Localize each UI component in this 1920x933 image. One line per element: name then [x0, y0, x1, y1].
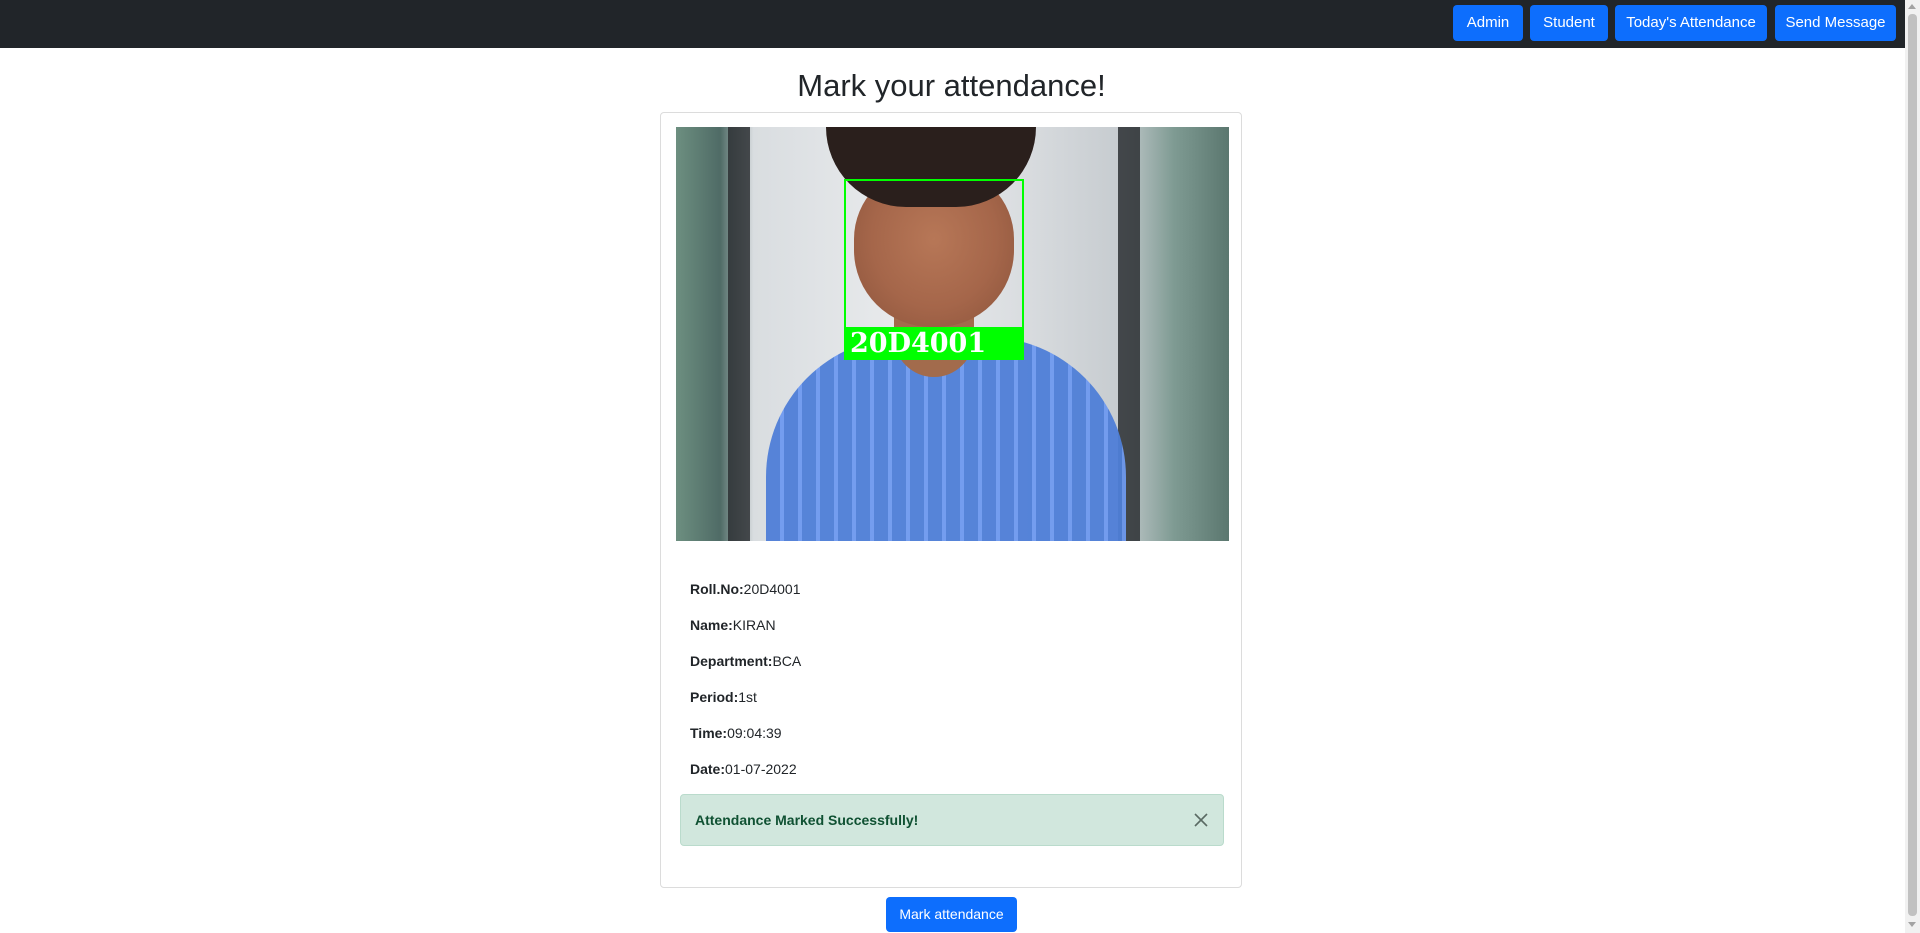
scroll-down-icon[interactable]	[1908, 922, 1916, 927]
face-detection-label: 20D4001	[844, 328, 1024, 360]
page-title: Mark your attendance!	[797, 68, 1106, 103]
detail-label: Date:	[690, 761, 726, 777]
chair-frame-left	[728, 127, 750, 541]
detail-value: 09:04:39	[727, 725, 782, 741]
student-button[interactable]: Student	[1530, 5, 1608, 41]
success-alert: Attendance Marked Successfully!	[680, 794, 1224, 846]
detail-name: Name:KIRAN	[690, 617, 776, 633]
detail-roll-no: Roll.No:20D4001	[690, 581, 800, 597]
top-navbar: Admin Student Today's Attendance Send Me…	[0, 0, 1905, 48]
detail-value: KIRAN	[732, 617, 776, 633]
detail-value: 1st	[738, 689, 757, 705]
scroll-up-icon[interactable]	[1908, 4, 1916, 9]
detail-value: 01-07-2022	[725, 761, 797, 777]
detail-label: Name:	[690, 617, 733, 633]
alert-message: Attendance Marked Successfully!	[695, 812, 919, 828]
detail-value: 20D4001	[743, 581, 801, 597]
mark-attendance-button[interactable]: Mark attendance	[886, 897, 1017, 932]
attendance-card: 20D4001 Roll.No:20D4001 Name:KIRAN Depar…	[660, 112, 1242, 888]
scrollbar-thumb[interactable]	[1908, 14, 1917, 916]
admin-button[interactable]: Admin	[1453, 5, 1523, 41]
vertical-scrollbar[interactable]	[1905, 0, 1920, 933]
send-message-button[interactable]: Send Message	[1775, 5, 1896, 41]
detail-date: Date:01-07-2022	[690, 761, 797, 777]
detail-label: Time:	[690, 725, 728, 741]
camera-feed-image: 20D4001	[676, 127, 1229, 541]
detail-department: Department:BCA	[690, 653, 801, 669]
detail-value: BCA	[772, 653, 802, 669]
face-detection-box	[844, 179, 1024, 329]
detail-time: Time:09:04:39	[690, 725, 782, 741]
detail-label: Roll.No:	[690, 581, 744, 597]
todays-attendance-button[interactable]: Today's Attendance	[1615, 5, 1767, 41]
detail-label: Department:	[690, 653, 773, 669]
close-icon[interactable]	[1189, 808, 1213, 832]
detail-label: Period:	[690, 689, 739, 705]
detail-period: Period:1st	[690, 689, 757, 705]
